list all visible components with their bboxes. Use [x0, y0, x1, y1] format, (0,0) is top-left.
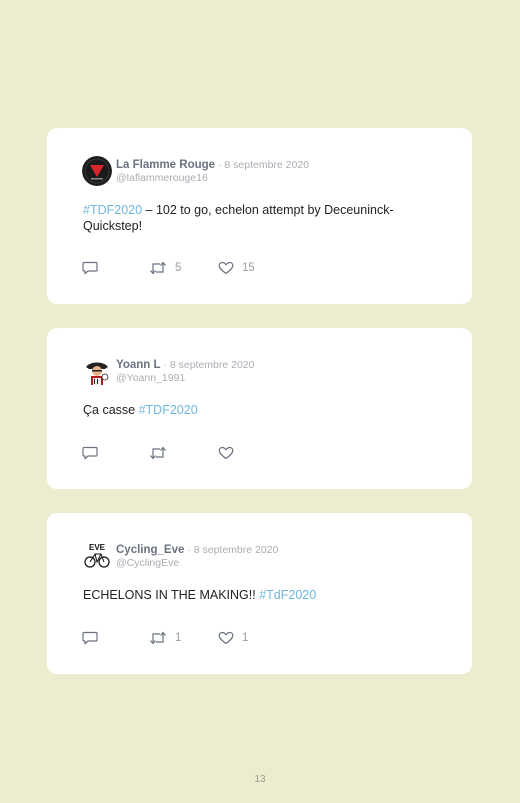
reply-button[interactable]	[82, 446, 98, 460]
eve-bike-logo-icon: EVE	[82, 541, 112, 571]
retweet-icon	[150, 261, 166, 275]
author-handle[interactable]: @laflammerouge16	[116, 172, 309, 185]
retweet-icon	[150, 446, 166, 460]
retweet-button[interactable]: 5	[149, 261, 181, 275]
retweet-button[interactable]: 1	[149, 631, 181, 645]
heart-icon	[218, 631, 234, 645]
tweet-text: #TDF2020 – 102 to go, echelon attempt by…	[83, 203, 402, 234]
hashtag-link[interactable]: #TDF2020	[83, 203, 142, 217]
flamme-rouge-logo-icon	[82, 156, 112, 186]
tweet-meta: Yoann L · 8 septembre 2020 @Yoann_1991	[116, 357, 255, 385]
retweet-count: 1	[175, 632, 182, 644]
tweet-date[interactable]: · 8 septembre 2020	[161, 359, 254, 371]
reply-button[interactable]	[82, 631, 98, 645]
tweet-card[interactable]: Yoann L · 8 septembre 2020 @Yoann_1991 Ç…	[47, 328, 472, 489]
pirate-avatar-icon	[82, 356, 112, 386]
like-button[interactable]	[218, 446, 242, 460]
avatar-logo-text: EVE	[89, 543, 106, 552]
heart-icon	[218, 261, 234, 275]
tweet-meta: Cycling_Eve · 8 septembre 2020 @CyclingE…	[116, 542, 278, 570]
author-handle[interactable]: @Yoann_1991	[116, 372, 255, 385]
tweet-date[interactable]: · 8 septembre 2020	[215, 159, 309, 171]
avatar[interactable]: EVE	[82, 541, 112, 571]
tweet-card[interactable]: La Flamme Rouge · 8 septembre 2020 @lafl…	[47, 128, 472, 304]
reply-icon	[82, 261, 98, 275]
tweet-card[interactable]: EVE Cycling_Eve · 8 septembre 2020 @Cycl…	[47, 513, 472, 674]
heart-icon	[218, 446, 234, 460]
hashtag-link[interactable]: #TdF2020	[259, 588, 316, 602]
author-handle[interactable]: @CyclingEve	[116, 557, 278, 570]
like-count: 15	[242, 262, 255, 274]
like-button[interactable]: 15	[218, 261, 255, 275]
reply-icon	[82, 446, 98, 460]
author-name[interactable]: La Flamme Rouge	[116, 159, 215, 171]
retweet-button[interactable]	[149, 446, 175, 460]
hashtag-link[interactable]: #TDF2020	[139, 403, 198, 417]
tweet-text: Ça casse #TDF2020	[83, 403, 402, 419]
author-name[interactable]: Cycling_Eve	[116, 544, 184, 556]
retweet-count: 5	[175, 262, 182, 274]
avatar[interactable]	[82, 156, 112, 186]
retweet-icon	[150, 631, 166, 645]
tweet-date[interactable]: · 8 septembre 2020	[184, 544, 278, 556]
tweet-meta: La Flamme Rouge · 8 septembre 2020 @lafl…	[116, 157, 309, 185]
author-name[interactable]: Yoann L	[116, 359, 161, 371]
tweet-text-body: Ça casse	[83, 403, 139, 417]
page-number: 13	[254, 774, 266, 785]
like-count: 1	[242, 632, 249, 644]
like-button[interactable]: 1	[218, 631, 248, 645]
tweet-text: ECHELONS IN THE MAKING!! #TdF2020	[83, 588, 402, 604]
reply-button[interactable]	[82, 261, 98, 275]
avatar[interactable]	[82, 356, 112, 386]
reply-icon	[82, 631, 98, 645]
tweet-text-body: ECHELONS IN THE MAKING!!	[83, 588, 260, 602]
